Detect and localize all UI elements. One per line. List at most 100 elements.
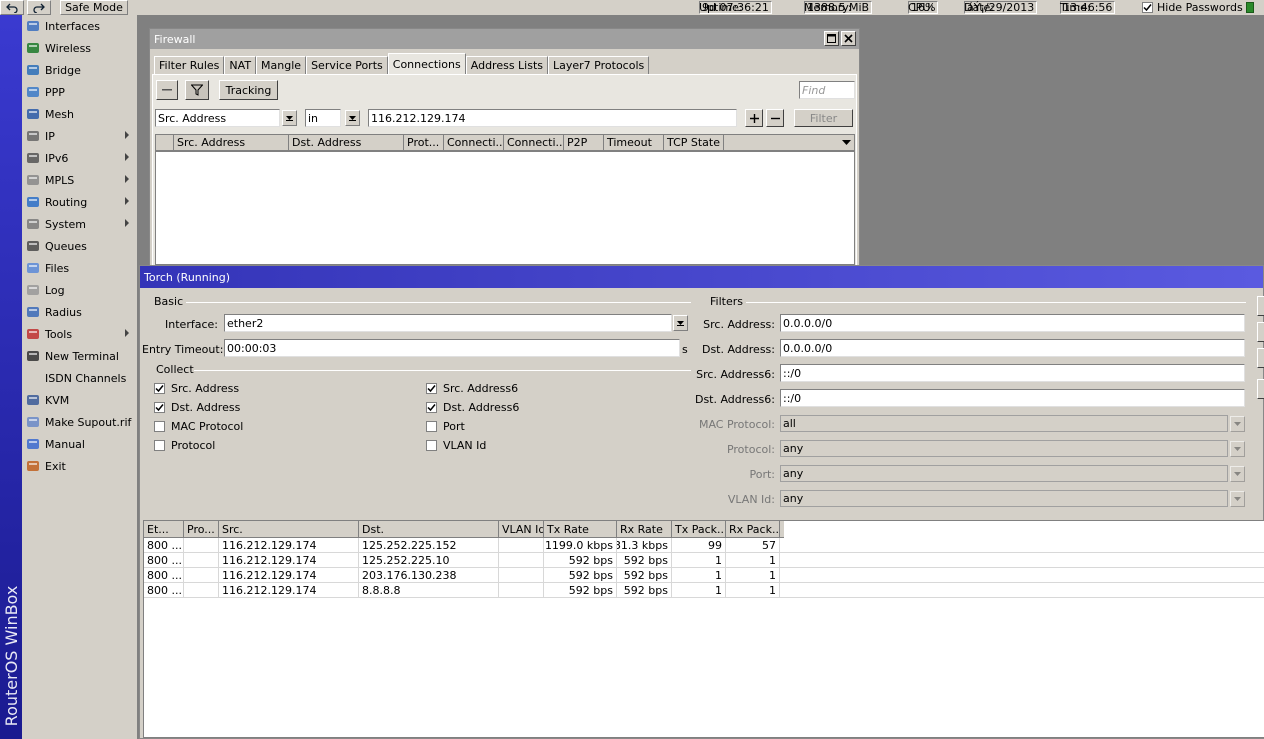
- column-header[interactable]: Rx Rate: [617, 521, 672, 537]
- table-row[interactable]: 800 ... 116.212.129.174 203.176.130.238 592…: [144, 568, 1264, 583]
- tab-nat[interactable]: NAT: [224, 56, 257, 74]
- mac-protocol-select[interactable]: all: [780, 415, 1228, 432]
- menu-item-kvm[interactable]: KVM: [22, 389, 137, 411]
- column-header[interactable]: P2P: [564, 135, 604, 150]
- menu-item-mesh[interactable]: Mesh: [22, 103, 137, 125]
- menu-item-isdn-channels[interactable]: ISDN Channels: [22, 367, 137, 389]
- collect-mac-protocol-checkbox[interactable]: MAC Protocol: [154, 420, 243, 433]
- vlan-id-dropdown[interactable]: [1230, 491, 1245, 507]
- menu-item-files[interactable]: Files: [22, 257, 137, 279]
- collect-dst-address6-checkbox[interactable]: Dst. Address6: [426, 401, 519, 414]
- filter-field-select[interactable]: Src. Address: [155, 109, 280, 127]
- maximize-button[interactable]: [824, 31, 839, 46]
- menu-item-manual[interactable]: Manual: [22, 433, 137, 455]
- column-header[interactable]: Timeout: [604, 135, 664, 150]
- connections-list[interactable]: [155, 151, 855, 265]
- menu-item-exit[interactable]: Exit: [22, 455, 137, 477]
- tab-mangle[interactable]: Mangle: [256, 56, 307, 74]
- minus-toolbar-button[interactable]: [156, 80, 178, 100]
- safe-mode-button[interactable]: Safe Mode: [60, 0, 128, 15]
- find-input[interactable]: Find: [799, 81, 855, 99]
- redo-button[interactable]: [27, 0, 51, 15]
- column-header[interactable]: Src. Address: [174, 135, 289, 150]
- dst-address6-input[interactable]: ::/0: [780, 389, 1245, 407]
- column-header[interactable]: Connecti...: [444, 135, 504, 150]
- collect-vlan-id-checkbox[interactable]: VLAN Id: [426, 439, 486, 452]
- protocol-select[interactable]: any: [780, 440, 1228, 457]
- columns-menu-button[interactable]: [724, 135, 854, 150]
- filter-operator-dropdown[interactable]: [345, 110, 360, 126]
- menu-item-ipv6[interactable]: IPv6: [22, 147, 137, 169]
- collect-port-checkbox[interactable]: Port: [426, 420, 465, 433]
- collect-protocol-checkbox[interactable]: Protocol: [154, 439, 215, 452]
- dst-address-input[interactable]: 0.0.0.0/0: [780, 339, 1245, 357]
- table-row[interactable]: 800 ... 116.212.129.174 8.8.8.8 592 bps 592 …: [144, 583, 1264, 598]
- menu-item-bridge[interactable]: Bridge: [22, 59, 137, 81]
- undo-button[interactable]: [0, 0, 24, 15]
- table-row[interactable]: 800 ... 116.212.129.174 125.252.225.152 119…: [144, 538, 1264, 553]
- tab-connections[interactable]: Connections: [387, 53, 466, 74]
- chevron-down-icon: [1234, 496, 1241, 501]
- start-button[interactable]: [1257, 296, 1264, 316]
- firewall-title-bar[interactable]: Firewall: [150, 29, 859, 49]
- remove-condition-button[interactable]: [766, 109, 784, 127]
- tab-service-ports[interactable]: Service Ports: [306, 56, 388, 74]
- column-header[interactable]: Prot...: [404, 135, 444, 150]
- filter-toggle-button[interactable]: [185, 80, 209, 100]
- vlan-id-select[interactable]: any: [780, 490, 1228, 507]
- column-header[interactable]: TCP State: [664, 135, 724, 150]
- filter-field-dropdown[interactable]: [282, 110, 297, 126]
- protocol-dropdown[interactable]: [1230, 441, 1245, 457]
- column-header[interactable]: Dst.: [359, 521, 499, 537]
- tab-layer7-protocols[interactable]: Layer7 Protocols: [548, 56, 650, 74]
- hide-passwords-checkbox[interactable]: Hide Passwords: [1142, 0, 1243, 15]
- collect-dst-address-checkbox[interactable]: Dst. Address: [154, 401, 240, 414]
- menu-item-log[interactable]: Log: [22, 279, 137, 301]
- column-header[interactable]: Src.: [219, 521, 359, 537]
- interface-select[interactable]: ether2: [224, 314, 672, 332]
- column-header[interactable]: Dst. Address: [289, 135, 404, 150]
- collect-src-address6-checkbox[interactable]: Src. Address6: [426, 382, 518, 395]
- torch-title-bar[interactable]: Torch (Running): [140, 266, 1263, 288]
- close-torch-button[interactable]: [1257, 348, 1264, 368]
- menu-item-mpls[interactable]: MPLS: [22, 169, 137, 191]
- column-header[interactable]: Tx Pack...: [672, 521, 726, 537]
- filter-apply-button[interactable]: Filter: [794, 109, 853, 127]
- torch-results-list[interactable]: Et... Pro... Src. Dst. VLAN Id Tx Rate Rx Rate…: [143, 520, 1264, 738]
- menu-item-radius[interactable]: Radius: [22, 301, 137, 323]
- src-address6-input[interactable]: ::/0: [780, 364, 1245, 382]
- mac-protocol-dropdown[interactable]: [1230, 416, 1245, 432]
- column-header[interactable]: Pro...: [184, 521, 219, 537]
- tab-address-lists[interactable]: Address Lists: [465, 56, 549, 74]
- menu-item-system[interactable]: System: [22, 213, 137, 235]
- filter-operator-select[interactable]: in: [305, 109, 341, 127]
- menu-item-ip[interactable]: IP: [22, 125, 137, 147]
- entry-timeout-input[interactable]: 00:00:03: [224, 339, 680, 357]
- menu-item-interfaces[interactable]: Interfaces: [22, 15, 137, 37]
- menu-item-make-supout-rif[interactable]: Make Supout.rif: [22, 411, 137, 433]
- menu-item-label: IPv6: [45, 151, 69, 165]
- column-header[interactable]: Et...: [144, 521, 184, 537]
- stop-button[interactable]: [1257, 322, 1264, 342]
- new-window-button[interactable]: [1257, 379, 1264, 399]
- add-condition-button[interactable]: [745, 109, 763, 127]
- menu-item-new-terminal[interactable]: New Terminal: [22, 345, 137, 367]
- column-header[interactable]: Rx Pack...: [726, 521, 780, 537]
- tracking-button[interactable]: Tracking: [219, 80, 278, 100]
- filter-value-input[interactable]: 116.212.129.174: [368, 109, 737, 127]
- menu-item-routing[interactable]: Routing: [22, 191, 137, 213]
- menu-item-tools[interactable]: Tools: [22, 323, 137, 345]
- tab-filter-rules[interactable]: Filter Rules: [154, 56, 225, 74]
- column-header[interactable]: Connecti...: [504, 135, 564, 150]
- menu-item-wireless[interactable]: Wireless: [22, 37, 137, 59]
- port-select[interactable]: any: [780, 465, 1228, 482]
- collect-src-address-checkbox[interactable]: Src. Address: [154, 382, 239, 395]
- column-header[interactable]: Tx Rate: [544, 521, 617, 537]
- table-row[interactable]: 800 ... 116.212.129.174 125.252.225.10 592 …: [144, 553, 1264, 568]
- column-header[interactable]: VLAN Id: [499, 521, 544, 537]
- menu-item-queues[interactable]: Queues: [22, 235, 137, 257]
- src-address-input[interactable]: 0.0.0.0/0: [780, 314, 1245, 332]
- close-button[interactable]: [841, 31, 856, 46]
- menu-item-ppp[interactable]: PPP: [22, 81, 137, 103]
- port-dropdown[interactable]: [1230, 466, 1245, 482]
